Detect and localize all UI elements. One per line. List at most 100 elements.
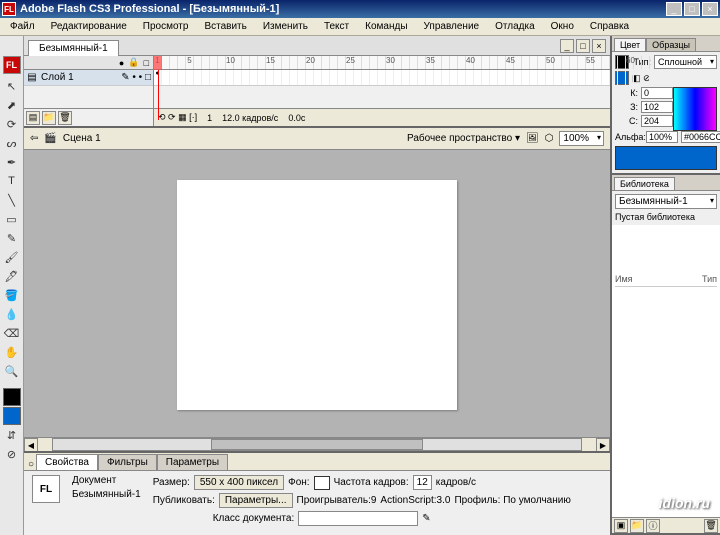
eyedropper-tool[interactable]: 💧 [3,305,21,323]
no-color-icon[interactable]: ⊘ [3,445,21,463]
text-tool[interactable]: T [3,172,21,190]
stroke-color-swatch[interactable] [3,388,21,406]
current-color-preview [615,146,717,170]
rectangle-tool[interactable]: ▭ [3,210,21,228]
outline-column-icon[interactable]: □ [144,58,149,68]
menu-modify[interactable]: Изменить [257,19,314,34]
menu-window[interactable]: Окно [545,19,580,34]
close-button[interactable]: × [702,2,718,16]
subselection-tool[interactable]: ⬈ [3,96,21,114]
swap-colors-icon[interactable]: ⇵ [3,426,21,444]
stage[interactable] [177,180,457,410]
lib-col-name[interactable]: Имя [615,274,702,284]
new-lib-folder-button[interactable]: 📁 [630,519,644,533]
menu-file[interactable]: Файл [4,19,41,34]
lock-column-icon[interactable]: 🔒 [128,57,139,68]
zoom-dropdown[interactable]: 100% [559,131,604,146]
brush-tool[interactable]: 🖌 [3,248,21,266]
minimize-button[interactable]: _ [666,2,682,16]
layer-name: Слой 1 [41,72,74,83]
new-symbol-button[interactable]: ▣ [614,519,628,533]
helper-icon[interactable]: 🖼 [526,133,539,144]
paint-bucket-tool[interactable]: 🪣 [3,286,21,304]
r-input[interactable] [641,87,673,99]
layer-icon: ▤ [26,72,38,83]
hand-tool[interactable]: ✋ [3,343,21,361]
size-label: Размер: [153,477,190,488]
layer-row[interactable]: ▤ Слой 1 ✎ • • □ [24,70,153,86]
document-class-input[interactable] [298,511,418,526]
alpha-input[interactable] [646,131,678,143]
fill-color-swatch[interactable] [3,407,21,425]
document-tab[interactable]: Безымянный-1 [28,40,119,56]
hex-input[interactable] [681,131,720,143]
tab-filters[interactable]: Фильтры [98,454,157,470]
library-doc-dropdown[interactable]: Безымянный-1 [615,194,717,209]
eye-column-icon[interactable]: ● [119,58,124,68]
tab-library[interactable]: Библиотека [614,177,675,190]
symbol-icon[interactable]: ⬡ [545,133,554,144]
lasso-tool[interactable]: ᔕ [3,134,21,152]
tab-color[interactable]: Цвет [614,38,646,51]
menu-text[interactable]: Текст [318,19,355,34]
delete-layer-button[interactable]: 🗑 [58,111,72,125]
publish-settings-button[interactable]: Параметры... [219,493,293,508]
tab-properties[interactable]: Свойства [36,454,98,470]
free-transform-tool[interactable]: ⟳ [3,115,21,133]
properties-panel: ○ Свойства Фильтры Параметры FL Документ… [24,451,610,535]
delete-symbol-button[interactable]: 🗑 [704,519,718,533]
ink-bottle-tool[interactable]: 🖋 [3,267,21,285]
tab-parameters[interactable]: Параметры [157,454,228,470]
scroll-right-icon[interactable]: ▶ [596,438,610,452]
menu-commands[interactable]: Команды [359,19,413,34]
scrollbar-thumb[interactable] [211,439,422,450]
zoom-tool[interactable]: 🔍 [3,362,21,380]
edit-bar: ⇦ 🎬 Сцена 1 Рабочее пространство ▾ 🖼 ⬡ 1… [24,128,610,150]
as-label: ActionScript:3.0 [380,495,450,506]
timeline-ruler[interactable]: 1510152025303540455055606570 [154,56,610,70]
menu-edit[interactable]: Редактирование [45,19,133,34]
new-layer-button[interactable]: ▤ [26,111,40,125]
g-input[interactable] [641,101,673,113]
color-type-dropdown[interactable]: Сплошной [654,55,717,69]
stage-viewport[interactable] [24,150,610,437]
r-label: К: [615,88,638,98]
doc-minimize-button[interactable]: _ [560,39,574,53]
tab-swatches[interactable]: Образцы [646,38,696,51]
line-tool[interactable]: ╲ [3,191,21,209]
menu-insert[interactable]: Вставить [198,19,252,34]
bg-label: Фон: [288,477,309,488]
bg-color-swatch[interactable] [314,476,330,490]
doc-close-button[interactable]: × [592,39,606,53]
horizontal-scrollbar[interactable]: ◀ ▶ [24,437,610,451]
scene-name[interactable]: Сцена 1 [63,133,101,144]
menu-debug[interactable]: Отладка [489,19,541,34]
maximize-button[interactable]: □ [684,2,700,16]
right-panels: Цвет Образцы Тип: Сплошной ◧ ⊘ К: З: С: [610,36,720,535]
lib-col-type[interactable]: Тип [702,274,717,284]
flash-logo-icon: FL [3,56,21,74]
color-spectrum[interactable] [673,87,717,131]
eraser-tool[interactable]: ⌫ [3,324,21,342]
menu-control[interactable]: Управление [418,19,486,34]
edit-class-icon[interactable]: ✎ [422,513,430,524]
lib-properties-button[interactable]: ⓘ [646,519,660,533]
pencil-tool[interactable]: ✎ [3,229,21,247]
library-list[interactable]: Имя Тип [612,225,720,517]
doc-restore-button[interactable]: □ [576,39,590,53]
menu-help[interactable]: Справка [584,19,635,34]
profile-label: Профиль: По умолчанию [454,495,570,506]
b-input[interactable] [641,115,673,127]
playhead-line [158,70,159,120]
menu-view[interactable]: Просмотр [137,19,195,34]
fps-input[interactable]: 12 [413,475,432,490]
workspace-dropdown[interactable]: Рабочее пространство ▾ [407,133,520,144]
new-folder-button[interactable]: 📁 [42,111,56,125]
selection-tool[interactable]: ↖ [3,77,21,95]
frames-track[interactable] [154,70,610,86]
playhead[interactable] [154,56,162,70]
scroll-left-icon[interactable]: ◀ [24,438,38,452]
size-button[interactable]: 550 x 400 пиксел [194,475,284,490]
back-icon[interactable]: ⇦ [30,133,38,144]
pen-tool[interactable]: ✒ [3,153,21,171]
